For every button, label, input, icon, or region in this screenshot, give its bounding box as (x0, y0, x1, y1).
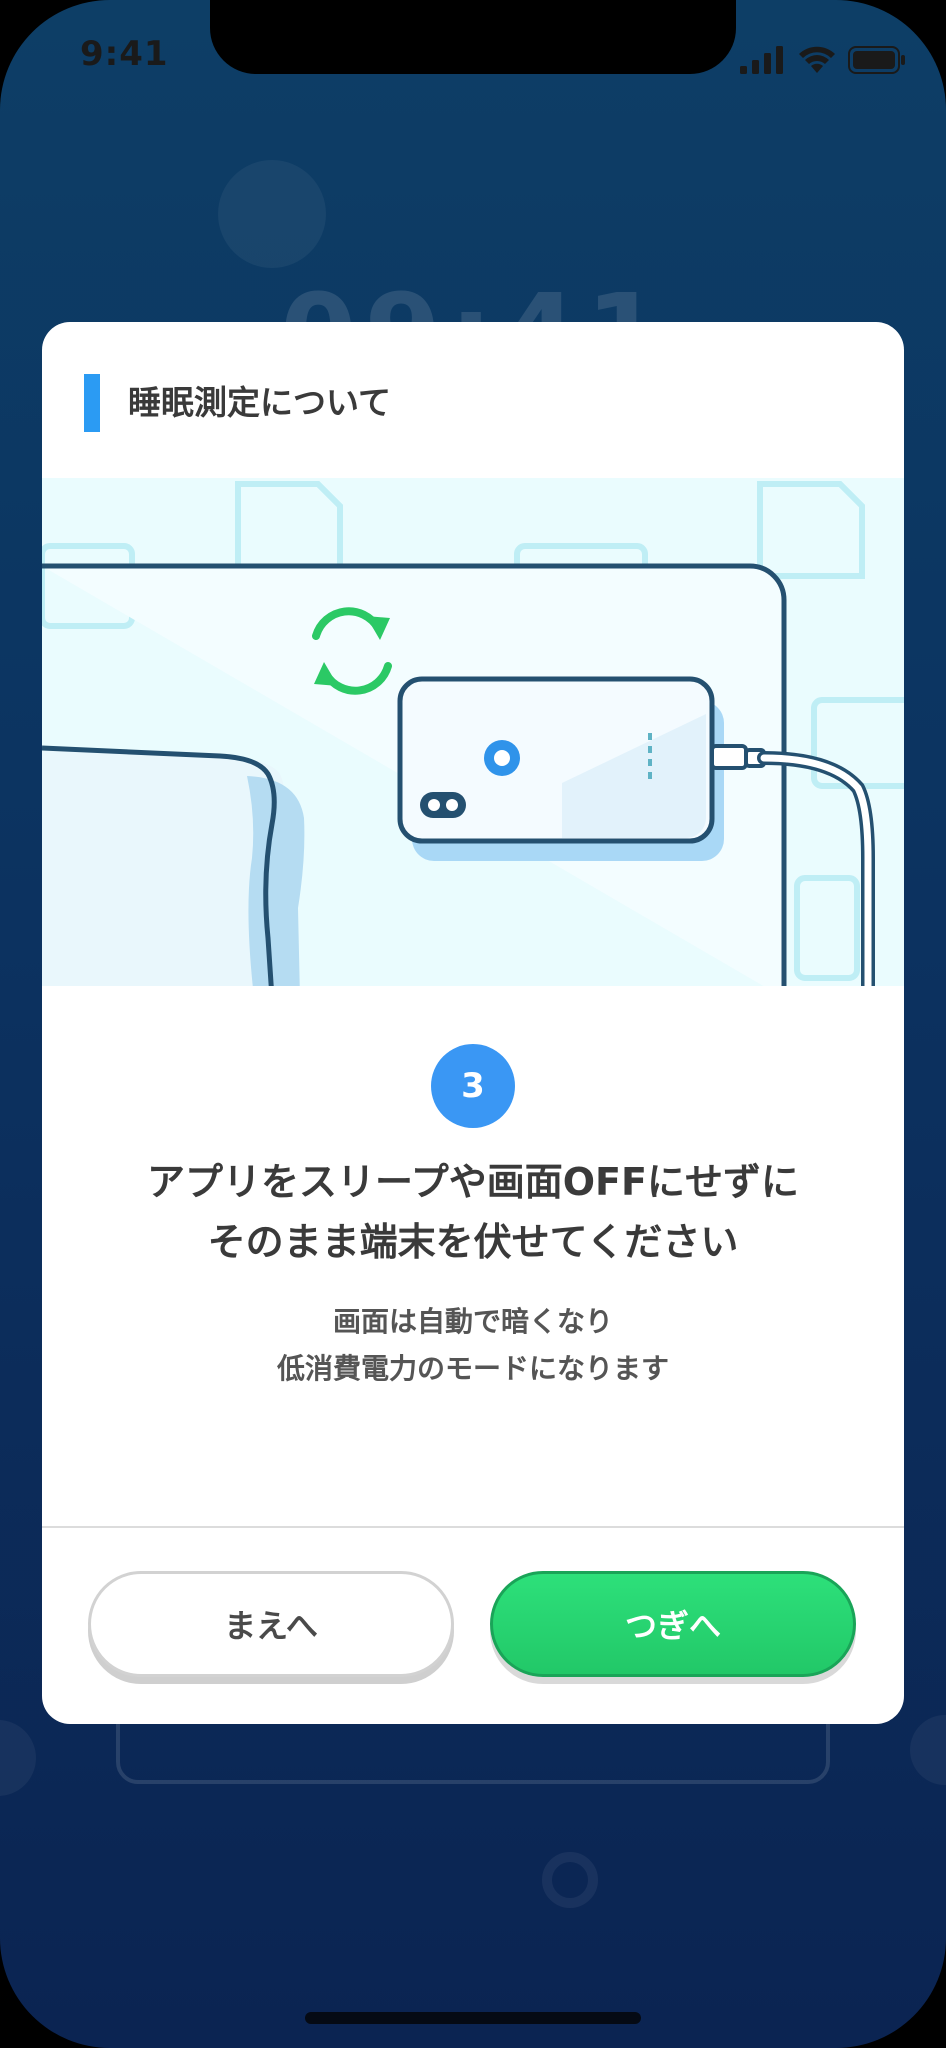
status-time: 9:41 (80, 34, 169, 74)
dialog-title: 睡眠測定について (128, 383, 392, 422)
battery-icon (848, 46, 905, 74)
bg-decor-circle (218, 160, 326, 268)
status-icons (740, 40, 906, 80)
phone-illustration (397, 676, 715, 844)
previous-button[interactable]: まえへ (88, 1571, 454, 1677)
instruction-description: 画面は自動で暗くなり 低消費電力のモードになります (42, 1298, 904, 1392)
signal-icon (740, 46, 783, 74)
bg-decor-circle (910, 1715, 946, 1785)
instruction-heading: アプリをスリープや画面OFFにせずに そのまま端末を伏せてください (42, 1152, 904, 1272)
step-number-badge: 3 (431, 1044, 515, 1128)
notch (210, 0, 736, 74)
bg-decor-ring (542, 1852, 598, 1908)
sleep-measure-dialog: 睡眠測定について 3 アプリをスリープや画面OFFにせずに そのまま端末を伏せて… (42, 322, 904, 1724)
wifi-icon (799, 46, 835, 73)
dialog-header: 睡眠測定について (42, 322, 904, 478)
home-indicator[interactable] (305, 2012, 641, 2024)
instruction-heading-line: そのまま端末を伏せてください (207, 1220, 739, 1264)
instruction-illustration (42, 478, 904, 986)
next-button[interactable]: つぎへ (490, 1571, 856, 1677)
instruction-description-line: 画面は自動で暗くなり (332, 1305, 613, 1338)
header-accent-bar (84, 374, 100, 432)
instruction-heading-line: アプリをスリープや画面OFFにせずに (147, 1160, 799, 1204)
phone-screen: 09:41 9:41 睡眠測定について (0, 0, 946, 2048)
instruction-description-line: 低消費電力のモードになります (276, 1352, 669, 1385)
dialog-divider (42, 1526, 904, 1528)
bg-decor-circle (0, 1720, 36, 1796)
